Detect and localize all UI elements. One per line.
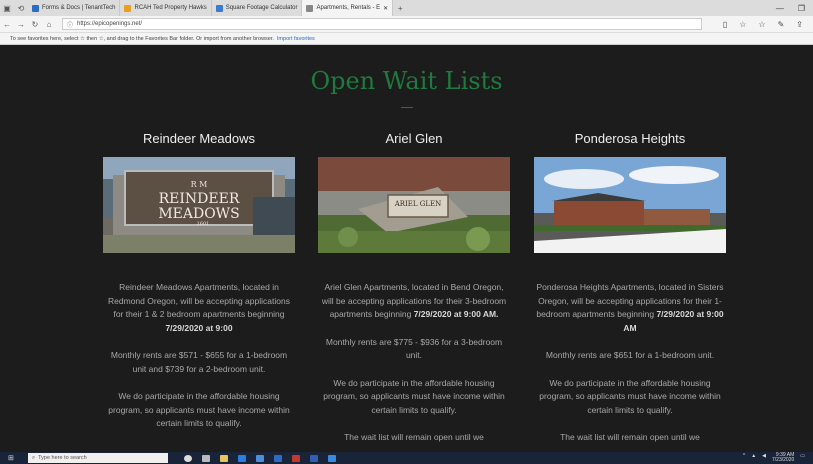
outlook-icon[interactable] xyxy=(274,454,282,462)
window-controls: — ❐ xyxy=(776,4,813,13)
word-icon[interactable] xyxy=(310,454,318,462)
web-page: Open Wait Lists Reindeer Meadows R M REI… xyxy=(0,45,813,452)
listing-rent: Monthly rents are $651 for a 1-bedroom u… xyxy=(545,350,715,360)
volume-icon[interactable]: ◀ xyxy=(762,453,766,463)
svg-text:1601: 1601 xyxy=(197,221,210,227)
tab-label: Forms & Docs | TenantTech xyxy=(42,5,116,11)
listing-rent: Monthly rents are $775 - $936 for a 3-be… xyxy=(325,336,503,361)
listing-description: Reindeer Meadows Apartments, located in … xyxy=(103,281,295,431)
title-divider xyxy=(401,107,413,108)
svg-text:REINDEER: REINDEER xyxy=(159,191,240,207)
svg-text:ARIEL GLEN: ARIEL GLEN xyxy=(394,200,442,208)
windows-taskbar: ⊞ ⌕ Type here to search ^ ▲ ◀ 9:39 AM 7/2… xyxy=(0,452,813,464)
listing-description: Ponderosa Heights Apartments, located in… xyxy=(534,281,726,445)
forward-icon[interactable]: → xyxy=(14,20,28,29)
listing-ariel-glen: Ariel Glen ARIEL GLEN Ariel Glen Apartme… xyxy=(318,131,510,452)
search-placeholder: Type here to search xyxy=(38,455,87,461)
new-tab-button[interactable]: + xyxy=(393,4,407,13)
refresh-icon[interactable]: ↻ xyxy=(28,20,42,29)
tab-favicon xyxy=(215,4,223,12)
url-field[interactable]: ⓘ https://epicopenings.net/ xyxy=(62,18,702,30)
listing-affordability: We do participate in the affordable hous… xyxy=(108,391,290,428)
tab-favicon xyxy=(306,4,314,12)
windows-start-icon[interactable]: ⊞ xyxy=(8,454,14,462)
taskbar-apps xyxy=(184,454,336,462)
tab-favicon xyxy=(124,4,132,12)
search-icon: ⌕ xyxy=(32,454,36,461)
svg-text:MEADOWS: MEADOWS xyxy=(158,206,239,222)
clock[interactable]: 9:39 AM 7/23/2020 xyxy=(772,453,794,463)
svg-text:R M: R M xyxy=(191,180,208,189)
reading-view-icon[interactable]: ▯ xyxy=(723,20,727,29)
listing-photo: ARIEL GLEN xyxy=(318,157,510,253)
toolbar-icons: ▯ ☆ ☆ ✎ ⇪ xyxy=(723,20,813,29)
file-explorer-icon[interactable] xyxy=(220,454,228,462)
pdf-icon[interactable] xyxy=(292,454,300,462)
listing-title: Reindeer Meadows xyxy=(142,131,255,146)
tab-favicon xyxy=(32,4,39,12)
back-icon[interactable]: ← xyxy=(0,20,14,29)
notifications-icon[interactable]: ▭ xyxy=(800,453,805,463)
tab-label: RCAH Ted Property Hawks xyxy=(134,5,207,11)
tab-actions-icon[interactable]: ▣ xyxy=(0,4,14,13)
teams-icon[interactable] xyxy=(328,454,336,462)
close-tab-icon[interactable]: ✕ xyxy=(383,5,388,12)
page-title: Open Wait Lists xyxy=(310,67,503,95)
favorite-star-icon[interactable]: ☆ xyxy=(739,20,746,29)
start-date: 7/29/2020 at 9:00 AM. xyxy=(413,309,499,319)
favorites-hub-icon[interactable]: ☆ xyxy=(758,20,765,29)
pen-icon[interactable]: ✎ xyxy=(778,20,785,29)
listing-title: Ponderosa Heights xyxy=(574,131,686,146)
favorites-hint: To see favorites here, select ☆ then ☆, … xyxy=(10,35,274,42)
listing-ponderosa-heights: Ponderosa Heights Ponderosa Heights Apar… xyxy=(534,131,726,452)
listing-waitlist-note: The wait list will remain open until we xyxy=(560,432,700,442)
restore-icon[interactable]: ❐ xyxy=(798,4,805,13)
listing-waitlist-note: The wait list will remain open until we xyxy=(344,432,484,442)
listing-rent: Monthly rents are $571 - $655 for a 1-be… xyxy=(110,350,288,374)
tray-chevron-icon[interactable]: ^ xyxy=(743,453,745,463)
minimize-icon[interactable]: — xyxy=(776,4,784,13)
tab-apartments[interactable]: Apartments, Rentals - E ✕ xyxy=(302,0,394,16)
store-icon[interactable] xyxy=(256,454,264,462)
listing-intro: Ponderosa Heights Apartments, located in… xyxy=(534,281,726,335)
tab-forms-docs[interactable]: Forms & Docs | TenantTech xyxy=(28,0,121,16)
tab-rcah[interactable]: RCAH Ted Property Hawks xyxy=(120,0,212,16)
intro-text: Reindeer Meadows Apartments, located in … xyxy=(108,282,290,319)
clock-date: 7/23/2020 xyxy=(772,457,795,463)
listing-intro: Reindeer Meadows Apartments, located in … xyxy=(103,281,295,335)
start-date: 7/29/2020 at 9:00 xyxy=(165,322,233,333)
back-tabs-icon[interactable]: ⟲ xyxy=(14,4,28,13)
taskbar-search[interactable]: ⌕ Type here to search xyxy=(28,453,168,463)
listing-intro: Ariel Glen Apartments, located in Bend O… xyxy=(318,281,510,322)
listing-description: Ariel Glen Apartments, located in Bend O… xyxy=(318,281,510,445)
listing-reindeer-meadows: Reindeer Meadows R M REINDEER MEADOWS 16… xyxy=(103,131,295,445)
cortana-icon[interactable] xyxy=(184,454,192,462)
system-tray: ^ ▲ ◀ 9:39 AM 7/23/2020 ▭ xyxy=(743,453,813,463)
share-icon[interactable]: ⇪ xyxy=(796,20,803,29)
listing-affordability: We do participate in the affordable hous… xyxy=(323,377,505,415)
network-icon[interactable]: ▲ xyxy=(751,453,756,463)
listing-photo: R M REINDEER MEADOWS 1601 xyxy=(103,157,295,253)
tab-label: Square Footage Calculator xyxy=(225,5,298,11)
favorites-bar: To see favorites here, select ☆ then ☆, … xyxy=(0,33,813,45)
import-favorites-link[interactable]: Import favorites xyxy=(277,36,315,42)
tab-label: Apartments, Rentals - E xyxy=(316,5,381,11)
url-text: https://epicopenings.net/ xyxy=(77,21,143,27)
info-icon: ⓘ xyxy=(67,22,74,29)
tab-square-footage[interactable]: Square Footage Calculator xyxy=(212,0,303,16)
browser-tab-bar: ▣ ⟲ Forms & Docs | TenantTech RCAH Ted P… xyxy=(0,0,813,16)
listing-title: Ariel Glen xyxy=(385,131,443,146)
home-icon[interactable]: ⌂ xyxy=(42,20,56,29)
listing-affordability: We do participate in the affordable hous… xyxy=(539,377,721,415)
address-bar-row: ← → ↻ ⌂ ⓘ https://epicopenings.net/ ▯ ☆ … xyxy=(0,16,813,33)
edge-icon[interactable] xyxy=(238,454,246,462)
listing-photo xyxy=(534,157,726,253)
task-view-icon[interactable] xyxy=(202,454,210,462)
